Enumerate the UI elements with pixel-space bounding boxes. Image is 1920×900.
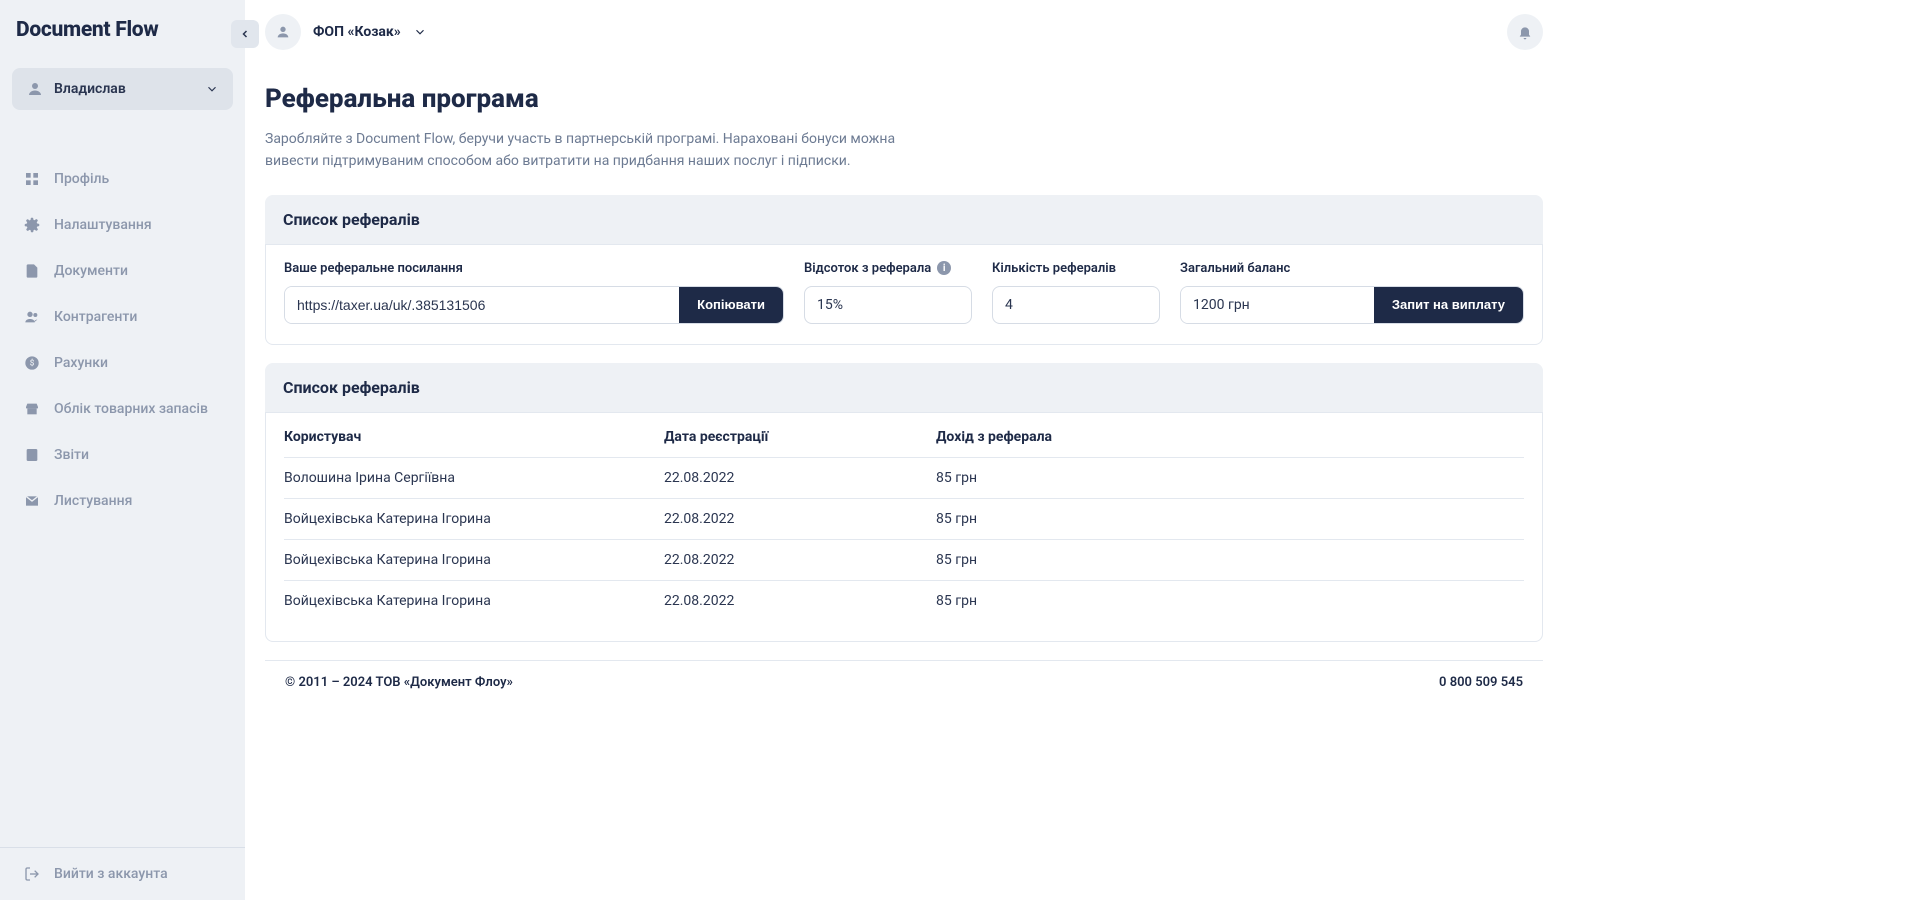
percent-label: Відсоток з реферала i (804, 261, 972, 276)
col-income: Дохід з реферала (936, 429, 1524, 445)
sidebar-nav: Профіль Налаштування Документи Контраген… (0, 158, 245, 522)
money-icon: $ (24, 355, 40, 371)
balance-group: 1200 грн Запит на виплату (1180, 286, 1524, 324)
gear-icon (24, 217, 40, 233)
copy-button[interactable]: Копіювати (679, 287, 783, 323)
mail-icon (24, 493, 40, 509)
document-icon (24, 263, 40, 279)
topbar: ФОП «Козак» (245, 0, 1563, 64)
report-icon (24, 447, 40, 463)
nav-label: Документи (54, 263, 128, 279)
table-header: Користувач Дата реєстрації Дохід з рефер… (284, 417, 1524, 458)
referral-link-group: Копіювати (284, 286, 784, 324)
sidebar-item-inventory[interactable]: Облік товарних запасів (0, 388, 245, 430)
nav-label: Рахунки (54, 355, 108, 371)
col-date: Дата реєстрації (664, 429, 936, 445)
payout-button[interactable]: Запит на виплату (1374, 287, 1523, 323)
current-user-name: Владислав (54, 81, 195, 97)
user-selector[interactable]: Владислав (12, 68, 233, 110)
notifications-button[interactable] (1507, 14, 1543, 50)
referral-stats-card: Список рефералів Ваше реферальне посилан… (265, 195, 1543, 345)
logout-icon (24, 866, 40, 882)
chevron-left-icon (239, 28, 251, 40)
org-selector[interactable]: ФОП «Козак» (265, 14, 427, 50)
info-icon[interactable]: i (937, 261, 951, 275)
table-row: Волошина Ірина Сергіївна 22.08.2022 85 г… (284, 458, 1524, 499)
org-name: ФОП «Козак» (313, 24, 401, 40)
sidebar-item-documents[interactable]: Документи (0, 250, 245, 292)
count-label: Кількість рефералів (992, 261, 1160, 276)
table-row: Войцехівська Катерина Ігорина 22.08.2022… (284, 581, 1524, 621)
person-icon (26, 80, 44, 98)
nav-label: Профіль (54, 171, 109, 187)
count-value: 4 (992, 286, 1160, 324)
nav-label: Налаштування (54, 217, 152, 233)
balance-value: 1200 грн (1181, 287, 1374, 323)
referral-link-input[interactable] (285, 287, 679, 323)
sidebar-item-messages[interactable]: Листування (0, 480, 245, 522)
footer: © 2011 – 2024 ТОВ «Документ Флоу» 0 800 … (265, 660, 1543, 706)
nav-label: Листування (54, 493, 132, 509)
table-row: Войцехівська Катерина Ігорина 22.08.2022… (284, 499, 1524, 540)
content: Реферальна програма Заробляйте з Documen… (245, 64, 1563, 900)
chevron-down-icon (413, 25, 427, 39)
sidebar-item-reports[interactable]: Звіти (0, 434, 245, 476)
col-user: Користувач (284, 429, 664, 445)
percent-value: 15% (804, 286, 972, 324)
phone-number: 0 800 509 545 (1439, 675, 1523, 690)
logout-button[interactable]: Вийти з аккаунта (0, 847, 245, 900)
nav-label: Контрагенти (54, 309, 137, 325)
dashboard-icon (24, 171, 40, 187)
sidebar-item-accounts[interactable]: $ Рахунки (0, 342, 245, 384)
referral-link-label: Ваше реферальне посилання (284, 261, 784, 276)
main-area: ФОП «Козак» Реферальна програма Заробляй… (245, 0, 1563, 900)
org-avatar (265, 14, 301, 50)
bell-icon (1517, 24, 1533, 40)
app-logo: Document Flow (16, 18, 158, 42)
logo-row: Document Flow (0, 0, 245, 60)
nav-label: Звіти (54, 447, 89, 463)
person-icon (275, 24, 291, 40)
balance-label: Загальний баланс (1180, 261, 1524, 276)
sidebar-collapse-button[interactable] (231, 20, 259, 48)
page-title: Реферальна програма (265, 84, 1543, 114)
sidebar-item-settings[interactable]: Налаштування (0, 204, 245, 246)
copyright: © 2011 – 2024 ТОВ «Документ Флоу» (285, 675, 513, 690)
referral-list-card: Список рефералів Користувач Дата реєстра… (265, 363, 1543, 642)
sidebar-item-counterparties[interactable]: Контрагенти (0, 296, 245, 338)
svg-text:$: $ (30, 359, 35, 368)
page-description: Заробляйте з Document Flow, беручи участ… (265, 128, 945, 173)
card-title: Список рефералів (265, 363, 1543, 412)
people-icon (24, 309, 40, 325)
chevron-down-icon (205, 82, 219, 96)
store-icon (24, 401, 40, 417)
sidebar-item-profile[interactable]: Профіль (0, 158, 245, 200)
card-title: Список рефералів (265, 195, 1543, 244)
table-row: Войцехівська Катерина Ігорина 22.08.2022… (284, 540, 1524, 581)
sidebar: Document Flow Владислав Профіль Налаштув… (0, 0, 245, 900)
logout-label: Вийти з аккаунта (54, 866, 168, 882)
nav-label: Облік товарних запасів (54, 401, 208, 417)
